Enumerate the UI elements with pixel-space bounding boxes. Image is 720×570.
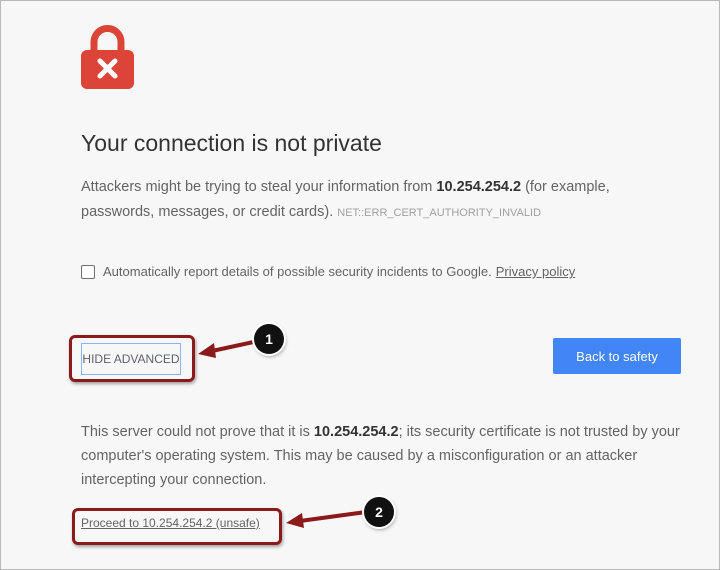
callout-badge-2: 2	[364, 497, 394, 527]
details-prefix: This server could not prove that it is	[81, 424, 314, 440]
details-host: 10.254.254.2	[313, 424, 399, 440]
callout-highlight-2	[72, 508, 282, 545]
advanced-details: This server could not prove that it is 1…	[81, 420, 681, 492]
callout-badge-1: 1	[254, 324, 284, 354]
